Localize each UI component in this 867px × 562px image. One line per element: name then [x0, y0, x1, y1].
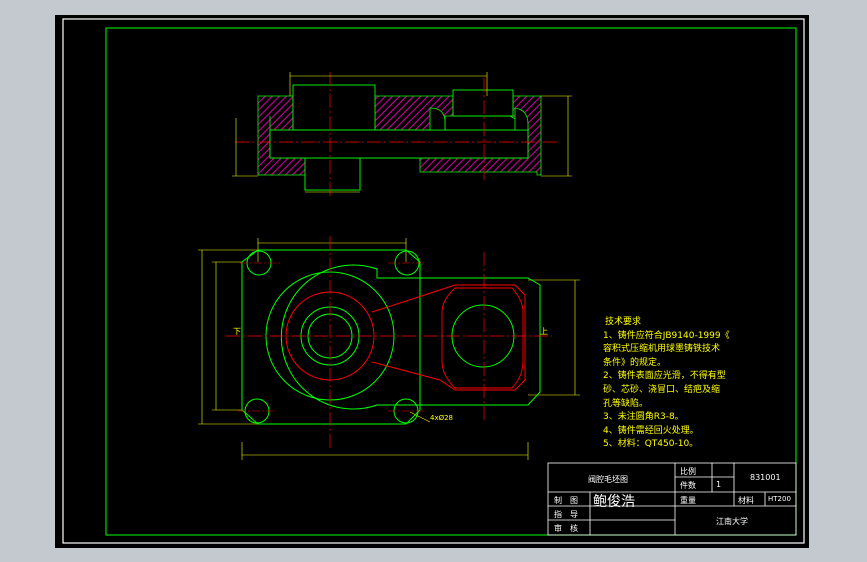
note-line-5: 砂、芯砂、浇冒口、结疤及缩: [603, 384, 721, 395]
quantity-value: 1: [716, 480, 722, 489]
material-label: 材料: [738, 496, 754, 505]
upper-boss-bore: [292, 84, 376, 131]
drawing-name: 阀腔毛坯图: [588, 475, 628, 484]
lower-boss: [304, 157, 361, 191]
note-line-6: 孔等缺陷。: [603, 398, 649, 409]
drawing-canvas[interactable]: [0, 0, 867, 562]
drawn-by: 鲍俊浩: [593, 494, 635, 510]
inner-cavity: [269, 129, 529, 159]
material-value: HT200: [768, 495, 791, 503]
hole-callout: 4xØ28: [430, 414, 454, 422]
checked-label: 指 导: [554, 510, 578, 519]
scale-label: 比例: [680, 467, 696, 476]
cad-model-space[interactable]: 下 上 4xØ28 技术要求 1、铸件应符合JB9140-1999《 容积式压缩…: [0, 0, 867, 562]
note-line-3: 条件》的规定。: [603, 357, 667, 368]
note-line-7: 3、未注圆角R3-8。: [603, 412, 684, 423]
direction-label-up: 上: [540, 327, 548, 336]
organization: 江南大学: [716, 517, 748, 526]
direction-label-down: 下: [233, 327, 241, 336]
note-line-2: 容积式压缩机用球墨铸铁技术: [603, 344, 721, 355]
note-line-8: 4、铸件需经回火处理。: [603, 425, 699, 436]
note-line-4: 2、铸件表面应光滑，不得有型: [603, 371, 726, 382]
technical-requirements[interactable]: 技术要求 1、铸件应符合JB9140-1999《 容积式压缩机用球墨铸铁技术 条…: [603, 316, 753, 452]
right-boss-bore: [452, 89, 514, 117]
drawn-label: 制 图: [554, 496, 578, 505]
notes-title: 技术要求: [605, 317, 642, 327]
drawing-number: 831001: [750, 473, 781, 482]
weight-label: 重量: [680, 496, 696, 505]
note-line-1: 1、铸件应符合JB9140-1999《: [603, 330, 730, 341]
note-line-9: 5、材料：QT450-10。: [603, 439, 699, 450]
quantity-label: 件数: [680, 481, 696, 490]
approved-label: 审 核: [554, 524, 578, 533]
